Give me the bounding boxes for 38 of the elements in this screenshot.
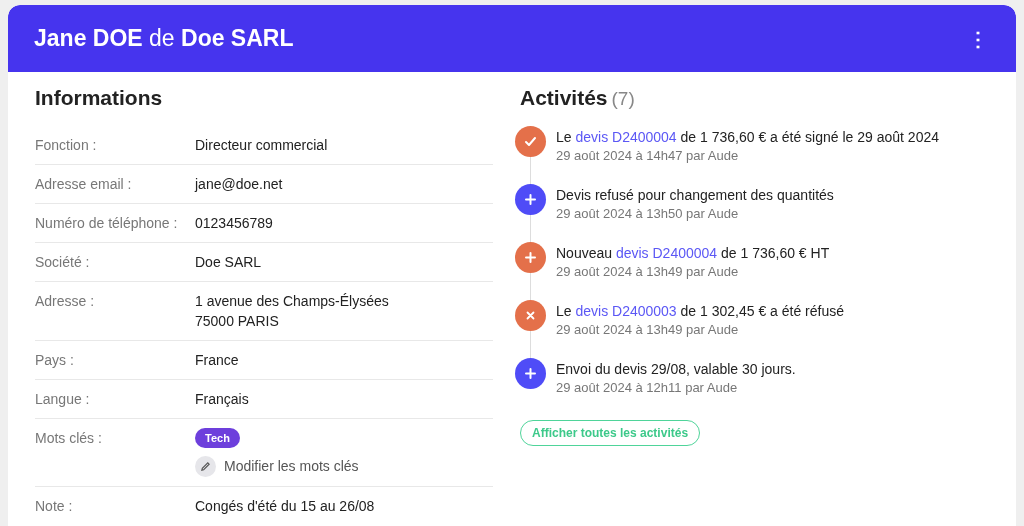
section-title: Activités bbox=[520, 85, 608, 111]
activity-text: Envoi du devis 29/08, valable 30 jours. bbox=[556, 359, 796, 379]
activity-text: Le devis D2400004 de 1 736,60 € a été signé le 29 août 2024 bbox=[556, 127, 939, 147]
activity-meta: 29 août 2024 à 12h11 par Aude bbox=[556, 378, 739, 397]
field-label: Société : bbox=[35, 253, 90, 270]
activity-text: Devis refusé pour changement des quantités bbox=[556, 185, 834, 205]
address-value: 1 avenue des Champs-Élysées 75000 PARIS bbox=[195, 291, 389, 331]
field-label: Numéro de téléphone : bbox=[35, 214, 178, 231]
activity-text: Le devis D2400003 de 1 302,45 € a été réfusé bbox=[556, 301, 844, 321]
field-label: Note : bbox=[35, 497, 73, 514]
menu-button[interactable]: ⋮ bbox=[966, 23, 990, 54]
field-value: 0123456789 bbox=[195, 213, 273, 233]
field-label: Pays : bbox=[35, 351, 74, 368]
field-value: jane@doe.net bbox=[195, 174, 283, 194]
activity-meta: 29 août 2024 à 13h50 par Aude bbox=[556, 204, 740, 223]
tag-badge: Tech bbox=[195, 427, 240, 448]
field-value: France bbox=[195, 350, 239, 370]
field-value: Français bbox=[195, 389, 249, 409]
activity-meta: 29 août 2024 à 14h47 par Aude bbox=[556, 146, 740, 165]
edit-tags-link[interactable]: Modifier les mots clés bbox=[195, 455, 359, 477]
page-title: Jane DOE de Doe SARL bbox=[34, 24, 294, 54]
field-label: Adresse : bbox=[35, 292, 95, 309]
field-value: Doe SARL bbox=[195, 252, 262, 272]
quote-link[interactable]: devis D2400004 bbox=[575, 128, 677, 145]
activity-count: (7) bbox=[611, 87, 635, 111]
quote-link[interactable]: devis D2400003 bbox=[575, 302, 677, 319]
field-label: Adresse email : bbox=[35, 175, 132, 192]
activity-meta: 29 août 2024 à 13h49 par Aude bbox=[556, 320, 740, 339]
field-value: Directeur commercial bbox=[195, 135, 328, 155]
field-label: Langue : bbox=[35, 390, 90, 407]
field-label: Mots clés : bbox=[35, 429, 102, 446]
section-title: Informations bbox=[35, 85, 164, 111]
field-label: Fonction : bbox=[35, 136, 97, 153]
activity-meta: 29 août 2024 à 13h49 par Aude bbox=[556, 262, 740, 281]
activity-text: Nouveau devis D2400004 de 1 736,60 € HT bbox=[556, 243, 830, 263]
quote-link[interactable]: devis D2400004 bbox=[615, 244, 718, 261]
field-value: Congés d'été du 15 au 26/08 bbox=[195, 496, 375, 516]
pencil-icon bbox=[195, 455, 216, 477]
